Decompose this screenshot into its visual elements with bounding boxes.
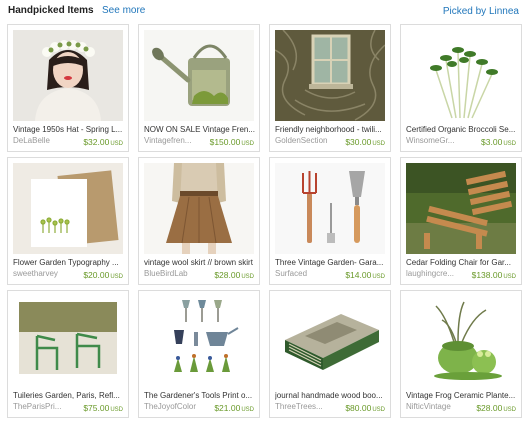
price-value: $80.00 <box>345 403 372 413</box>
item-title[interactable]: Tuileries Garden, Paris, Refl... <box>13 390 125 401</box>
cedar-chair-photo[interactable] <box>406 163 516 254</box>
price-currency: USD <box>503 141 516 147</box>
price-currency: USD <box>241 141 254 147</box>
price-currency: USD <box>372 407 385 413</box>
item-title[interactable]: Friendly neighborhood - twili... <box>275 124 387 135</box>
item-title[interactable]: Three Vintage Garden- Gara... <box>275 257 387 268</box>
price-tag: $75.00USD <box>83 401 123 416</box>
item-grid: Vintage 1950s Hat - Spring L... DeLaBell… <box>7 24 523 419</box>
green-chairs-photo[interactable] <box>13 296 123 387</box>
brown-skirt-photo[interactable] <box>144 163 254 254</box>
price-tag: $32.00USD <box>83 135 123 150</box>
see-more-link[interactable]: See more <box>102 5 145 16</box>
price-currency: USD <box>503 407 516 413</box>
price-tag: $21.00USD <box>214 401 254 416</box>
item-title[interactable]: journal handmade wood boo... <box>275 390 387 401</box>
price-currency: USD <box>110 141 123 147</box>
price-value: $138.00 <box>471 270 503 280</box>
shop-name[interactable]: NifticVintage <box>406 401 468 412</box>
price-tag: $28.00USD <box>476 401 516 416</box>
shop-name[interactable]: laughingcre... <box>406 268 468 279</box>
section-header: Handpicked Items See more Picked by Linn… <box>0 0 529 24</box>
item-card[interactable]: Tuileries Garden, Paris, Refl... ThePari… <box>7 290 129 418</box>
garden-tools-photo[interactable] <box>275 163 385 254</box>
price-currency: USD <box>110 274 123 280</box>
shop-name[interactable]: BlueBirdLab <box>144 268 206 279</box>
price-value: $14.00 <box>345 270 372 280</box>
item-card[interactable]: Cedar Folding Chair for Gar... laughingc… <box>400 157 522 285</box>
price-value: $75.00 <box>83 403 110 413</box>
item-card[interactable]: Three Vintage Garden- Gara... Surfaced $… <box>269 157 391 285</box>
item-title[interactable]: NOW ON SALE Vintage Fren... <box>144 124 256 135</box>
price-value: $30.00 <box>345 137 372 147</box>
picked-by-link[interactable]: Picked by Linnea <box>443 6 519 17</box>
item-card[interactable]: Certified Organic Broccoli Se... Winsome… <box>400 24 522 152</box>
watering-can-photo[interactable] <box>144 30 254 121</box>
shop-name[interactable]: sweetharvey <box>13 268 75 279</box>
item-title[interactable]: vintage wool skirt // brown skirt <box>144 257 256 268</box>
price-value: $32.00 <box>83 137 110 147</box>
window-vines-photo[interactable] <box>275 30 385 121</box>
item-card[interactable]: Friendly neighborhood - twili... GoldenS… <box>269 24 391 152</box>
price-value: $3.00 <box>481 137 503 147</box>
sprouts-photo[interactable] <box>406 30 516 121</box>
price-currency: USD <box>110 407 123 413</box>
item-title[interactable]: Certified Organic Broccoli Se... <box>406 124 518 135</box>
item-card[interactable]: Flower Garden Typography ... sweetharvey… <box>7 157 129 285</box>
price-currency: USD <box>241 274 254 280</box>
item-title[interactable]: Cedar Folding Chair for Gar... <box>406 257 518 268</box>
price-tag: $28.00USD <box>214 268 254 283</box>
item-title[interactable]: Vintage Frog Ceramic Plante... <box>406 390 518 401</box>
card-envelope-photo[interactable] <box>13 163 123 254</box>
price-value: $28.00 <box>476 403 503 413</box>
price-value: $28.00 <box>214 270 241 280</box>
flower-crown-photo[interactable] <box>13 30 123 121</box>
shop-name[interactable]: Vintagefren... <box>144 135 206 146</box>
shop-name[interactable]: TheParisPri... <box>13 401 75 412</box>
section-title: Handpicked Items <box>8 5 94 16</box>
price-currency: USD <box>503 274 516 280</box>
shop-name[interactable]: Surfaced <box>275 268 337 279</box>
price-tag: $14.00USD <box>345 268 385 283</box>
wood-journal-photo[interactable] <box>275 296 385 387</box>
item-card[interactable]: NOW ON SALE Vintage Fren... Vintagefren.… <box>138 24 260 152</box>
item-card[interactable]: vintage wool skirt // brown skirt BlueBi… <box>138 157 260 285</box>
tools-print-photo[interactable] <box>144 296 254 387</box>
price-tag: $20.00USD <box>83 268 123 283</box>
item-card[interactable]: Vintage 1950s Hat - Spring L... DeLaBell… <box>7 24 129 152</box>
price-tag: $138.00USD <box>472 268 516 283</box>
price-tag: $30.00USD <box>345 135 385 150</box>
price-value: $150.00 <box>209 137 241 147</box>
item-title[interactable]: Flower Garden Typography ... <box>13 257 125 268</box>
shop-name[interactable]: DeLaBelle <box>13 135 75 146</box>
item-title[interactable]: The Gardener's Tools Print o... <box>144 390 256 401</box>
shop-name[interactable]: GoldenSection <box>275 135 337 146</box>
price-tag: $150.00USD <box>210 135 254 150</box>
item-card[interactable]: journal handmade wood boo... ThreeTrees.… <box>269 290 391 418</box>
item-title[interactable]: Vintage 1950s Hat - Spring L... <box>13 124 125 135</box>
shop-name[interactable]: WinsomeGr... <box>406 135 468 146</box>
price-tag: $3.00USD <box>481 135 516 150</box>
price-currency: USD <box>241 407 254 413</box>
shop-name[interactable]: ThreeTrees... <box>275 401 337 412</box>
item-card[interactable]: Vintage Frog Ceramic Plante... NifticVin… <box>400 290 522 418</box>
price-tag: $80.00USD <box>345 401 385 416</box>
item-card[interactable]: The Gardener's Tools Print o... TheJoyof… <box>138 290 260 418</box>
shop-name[interactable]: TheJoyofColor <box>144 401 206 412</box>
price-value: $21.00 <box>214 403 241 413</box>
price-currency: USD <box>372 141 385 147</box>
price-currency: USD <box>372 274 385 280</box>
frog-planter-photo[interactable] <box>406 296 516 387</box>
price-value: $20.00 <box>83 270 110 280</box>
